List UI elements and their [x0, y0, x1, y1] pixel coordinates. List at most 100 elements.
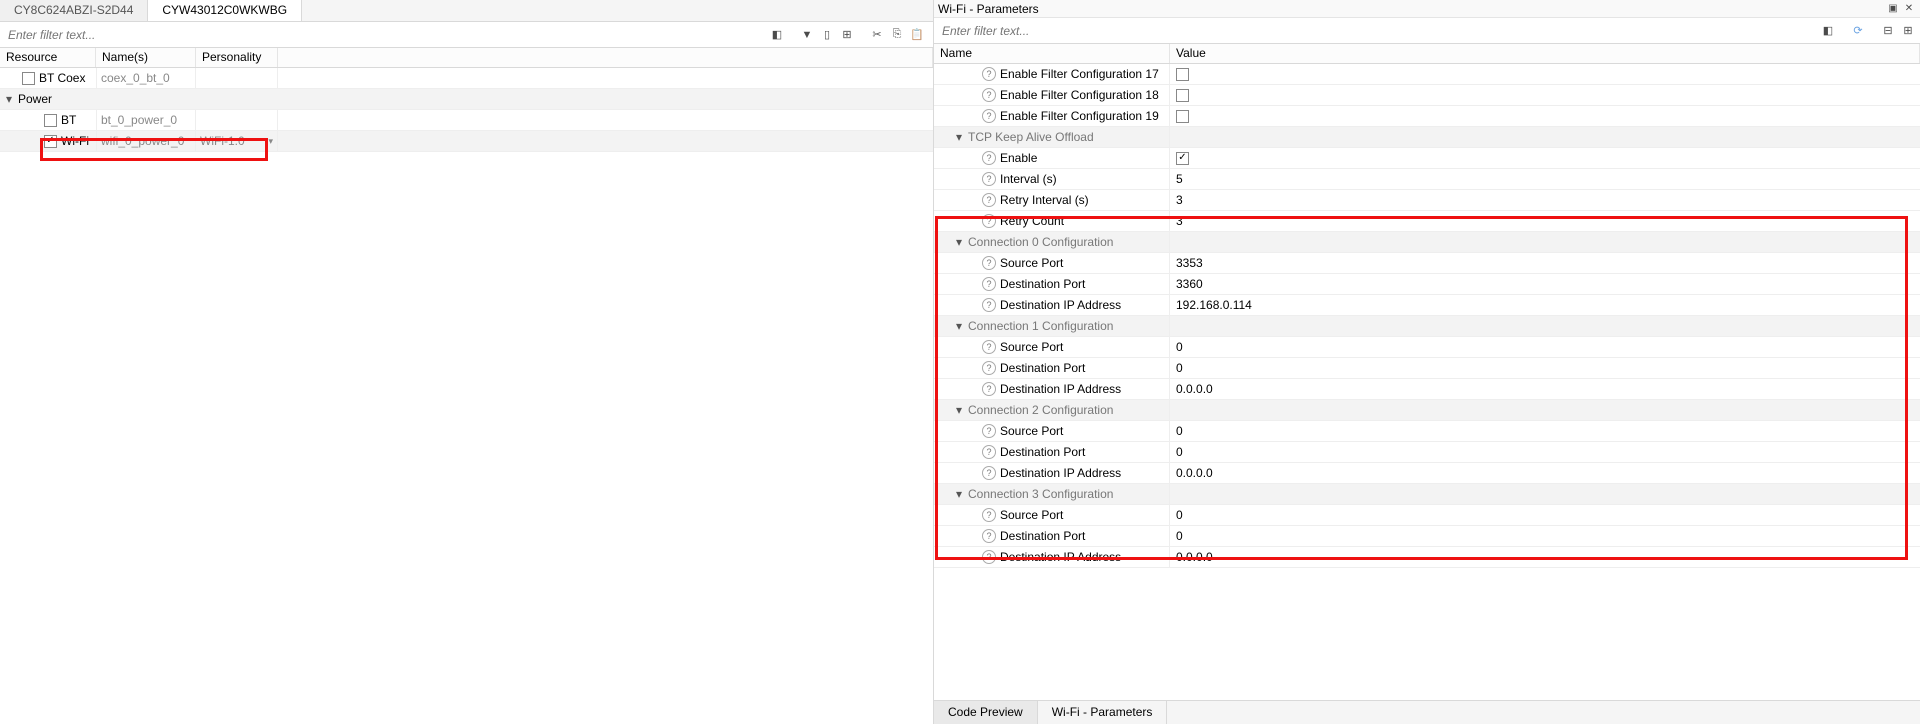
param-value-cell[interactable]: 0	[1170, 442, 1920, 462]
help-icon[interactable]: ?	[982, 466, 996, 480]
param-row[interactable]: ?Source Port0	[934, 337, 1920, 358]
header-names[interactable]: Name(s)	[96, 48, 196, 67]
param-value-cell[interactable]: 3360	[1170, 274, 1920, 294]
param-row[interactable]: ?Source Port3353	[934, 253, 1920, 274]
help-icon[interactable]: ?	[982, 550, 996, 564]
help-icon[interactable]: ?	[982, 424, 996, 438]
param-value-cell[interactable]: 0	[1170, 526, 1920, 546]
help-icon[interactable]: ?	[982, 361, 996, 375]
param-row[interactable]: ?Enable Filter Configuration 17	[934, 64, 1920, 85]
param-value-cell[interactable]	[1170, 316, 1920, 336]
help-icon[interactable]: ?	[982, 151, 996, 165]
param-value-cell[interactable]: 0	[1170, 337, 1920, 357]
chevron-down-icon[interactable]: ▾	[954, 487, 964, 501]
help-icon[interactable]: ?	[982, 298, 996, 312]
expand-icon[interactable]: ⊞	[839, 27, 855, 43]
checkbox[interactable]: ✓	[44, 135, 57, 148]
chevron-down-icon[interactable]: ▾	[954, 130, 964, 144]
tree-names-cell[interactable]: coex_0_bt_0	[96, 68, 196, 88]
tree-names-cell[interactable]: wifi_0_power_0	[96, 131, 196, 151]
paste-icon[interactable]: 📋	[909, 27, 925, 43]
header-param-name[interactable]: Name	[934, 44, 1170, 63]
dropdown-arrow-icon[interactable]: ▾	[268, 136, 273, 147]
tree-names-cell[interactable]: bt_0_power_0	[96, 110, 196, 130]
param-row[interactable]: ?Retry Count3	[934, 211, 1920, 232]
param-value-cell[interactable]: 192.168.0.114	[1170, 295, 1920, 315]
help-icon[interactable]: ?	[982, 109, 996, 123]
eraser-icon[interactable]: ◧	[769, 27, 785, 43]
param-row[interactable]: ?Destination IP Address0.0.0.0	[934, 463, 1920, 484]
param-value-cell[interactable]: 0	[1170, 505, 1920, 525]
param-value-cell[interactable]	[1170, 127, 1920, 147]
cut-icon[interactable]: ✂	[869, 27, 885, 43]
param-value-cell[interactable]: 3	[1170, 190, 1920, 210]
bottom-tab[interactable]: Wi-Fi - Parameters	[1038, 701, 1168, 724]
param-group[interactable]: ▾TCP Keep Alive Offload	[934, 127, 1920, 148]
filter-icon[interactable]: ▼	[799, 27, 815, 43]
maximize-icon[interactable]: ▣	[1886, 2, 1900, 16]
param-row[interactable]: ?Enable Filter Configuration 18	[934, 85, 1920, 106]
bottom-tab[interactable]: Code Preview	[934, 701, 1038, 724]
param-row[interactable]: ?Destination Port0	[934, 442, 1920, 463]
help-icon[interactable]: ?	[982, 445, 996, 459]
chevron-down-icon[interactable]: ▾	[4, 92, 14, 106]
tree-personality-cell[interactable]	[196, 110, 278, 130]
help-icon[interactable]: ?	[982, 382, 996, 396]
param-value-cell[interactable]	[1170, 106, 1920, 126]
param-value-cell[interactable]	[1170, 484, 1920, 504]
param-row[interactable]: ?Destination Port0	[934, 358, 1920, 379]
param-row[interactable]: ?Destination Port3360	[934, 274, 1920, 295]
left-filter-input[interactable]	[4, 24, 765, 46]
device-tab[interactable]: CYW43012C0WKWBG	[148, 0, 302, 21]
param-value-cell[interactable]	[1170, 400, 1920, 420]
param-group[interactable]: ▾Connection 1 Configuration	[934, 316, 1920, 337]
param-value-cell[interactable]	[1170, 85, 1920, 105]
checkbox[interactable]	[22, 72, 35, 85]
param-value-cell[interactable]	[1170, 64, 1920, 84]
help-icon[interactable]: ?	[982, 193, 996, 207]
param-row[interactable]: ?Interval (s)5	[934, 169, 1920, 190]
header-resource[interactable]: Resource	[0, 48, 96, 67]
header-personality[interactable]: Personality	[196, 48, 278, 67]
param-row[interactable]: ?Destination IP Address192.168.0.114	[934, 295, 1920, 316]
tree-item[interactable]: BT Coexcoex_0_bt_0	[0, 68, 933, 89]
tree-personality-cell[interactable]: WiFi-1.0▾	[196, 131, 278, 151]
chevron-down-icon[interactable]: ▾	[954, 235, 964, 249]
tree-personality-cell[interactable]	[196, 68, 278, 88]
help-icon[interactable]: ?	[982, 256, 996, 270]
param-row[interactable]: ?Enable Filter Configuration 19	[934, 106, 1920, 127]
checkbox[interactable]: ✓	[1176, 152, 1189, 165]
help-icon[interactable]: ?	[982, 340, 996, 354]
chevron-down-icon[interactable]: ▾	[954, 319, 964, 333]
param-value-cell[interactable]: 3353	[1170, 253, 1920, 273]
checkbox[interactable]	[1176, 68, 1189, 81]
chevron-down-icon[interactable]: ▾	[954, 403, 964, 417]
param-value-cell[interactable]: 3	[1170, 211, 1920, 231]
param-value-cell[interactable]: 0	[1170, 421, 1920, 441]
help-icon[interactable]: ?	[982, 88, 996, 102]
device-tab[interactable]: CY8C624ABZI-S2D44	[0, 0, 148, 21]
param-row[interactable]: ?Destination Port0	[934, 526, 1920, 547]
param-row[interactable]: ?Source Port0	[934, 421, 1920, 442]
param-value-cell[interactable]: 5	[1170, 169, 1920, 189]
tree-item[interactable]: ✓Wi-Fiwifi_0_power_0WiFi-1.0▾	[0, 131, 933, 152]
help-icon[interactable]: ?	[982, 67, 996, 81]
copy-icon[interactable]: ⎘	[889, 27, 905, 43]
checkbox[interactable]	[1176, 110, 1189, 123]
refresh-icon[interactable]: ⟳	[1850, 23, 1866, 39]
param-row[interactable]: ?Destination IP Address0.0.0.0	[934, 547, 1920, 568]
param-row[interactable]: ?Enable✓	[934, 148, 1920, 169]
right-filter-input[interactable]	[938, 20, 1820, 42]
param-group[interactable]: ▾Connection 0 Configuration	[934, 232, 1920, 253]
close-panel-icon[interactable]: ✕	[1902, 2, 1916, 16]
param-value-cell[interactable]: 0.0.0.0	[1170, 463, 1920, 483]
checkbox[interactable]	[1176, 89, 1189, 102]
param-value-cell[interactable]: 0	[1170, 358, 1920, 378]
param-value-cell[interactable]	[1170, 232, 1920, 252]
collapse-icon[interactable]: ▯	[819, 27, 835, 43]
help-icon[interactable]: ?	[982, 508, 996, 522]
help-icon[interactable]: ?	[982, 529, 996, 543]
help-icon[interactable]: ?	[982, 172, 996, 186]
param-row[interactable]: ?Source Port0	[934, 505, 1920, 526]
param-group[interactable]: ▾Connection 3 Configuration	[934, 484, 1920, 505]
